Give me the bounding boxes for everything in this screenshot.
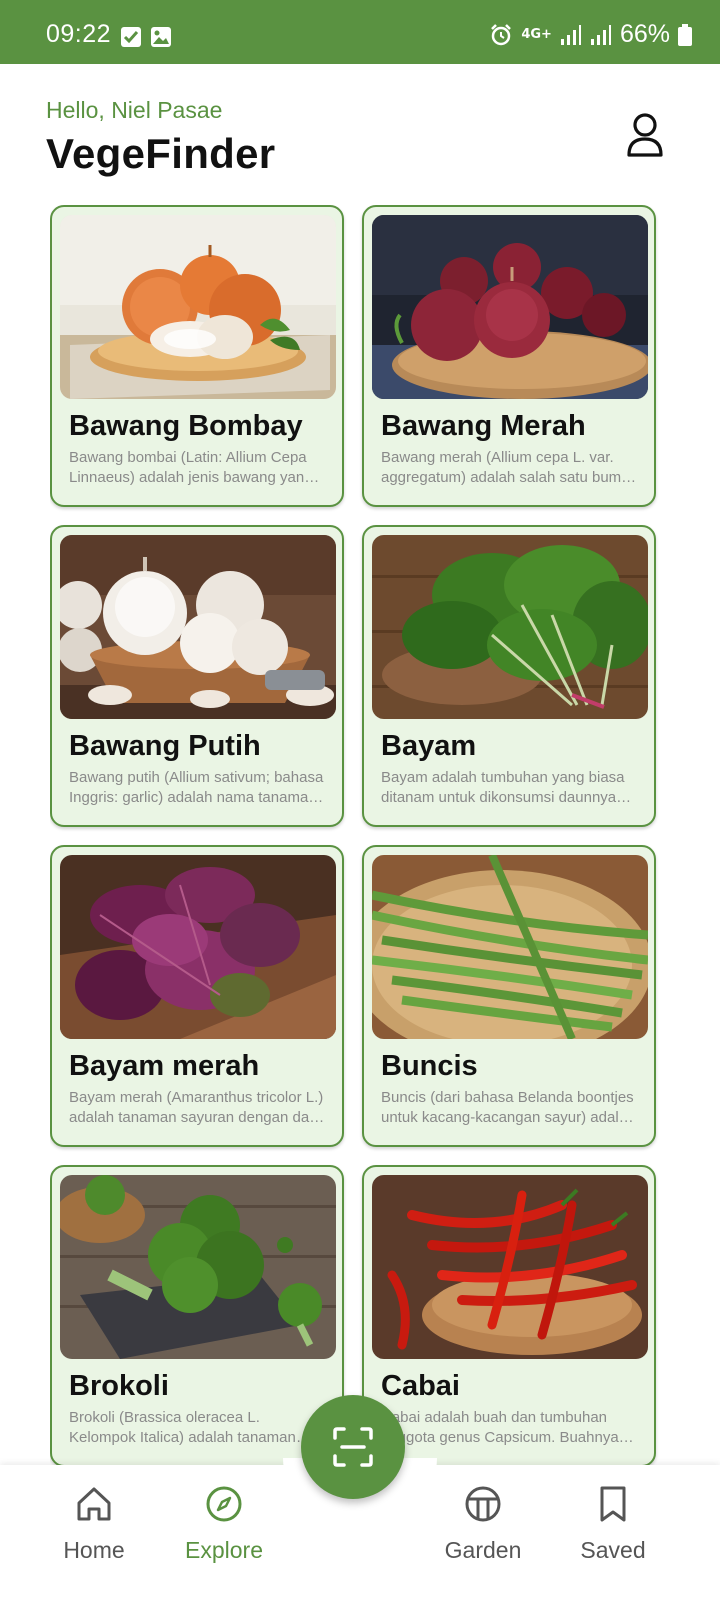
vegetable-grid: Bawang Bombay Bawang bombai (Latin: Alli…: [50, 205, 670, 1470]
person-icon: [627, 113, 663, 157]
vegetable-card[interactable]: Bawang Merah Bawang merah (Allium cepa L…: [362, 205, 656, 507]
battery-percent: 66%: [619, 20, 670, 48]
status-right: 4G+ 66%: [489, 20, 692, 49]
status-bar: 09:22 4G+ 66%: [0, 0, 720, 64]
profile-button[interactable]: [620, 110, 670, 160]
nav-explore[interactable]: Explore: [159, 1483, 289, 1583]
nav-explore-label: Explore: [185, 1537, 263, 1563]
vegetable-description: Bawang putih (Allium sativum; bahasa Ing…: [69, 769, 324, 806]
nav-saved-label: Saved: [580, 1537, 646, 1563]
bookmark-icon: [600, 1486, 626, 1522]
vegetable-image: [372, 215, 648, 399]
vegetable-image: [372, 855, 648, 1039]
vegetable-image: [60, 855, 336, 1039]
nav-garden[interactable]: Garden: [418, 1483, 548, 1583]
scan-icon: [333, 1427, 373, 1467]
vegetable-image: [60, 535, 336, 719]
check-notification-icon: [121, 27, 141, 47]
gallery-notification-icon: [151, 27, 171, 47]
vegetable-name: Bayam merah: [69, 1050, 260, 1082]
app-title: VegeFinder: [46, 130, 276, 177]
vegetable-name: Cabai: [381, 1370, 460, 1402]
vegetable-image: [372, 1175, 648, 1359]
scan-button[interactable]: [301, 1395, 405, 1499]
vegetable-name: Bawang Putih: [69, 730, 261, 762]
vegetable-description: Bawang bombai (Latin: Allium Cepa Linnae…: [69, 449, 313, 486]
vegetable-description: Cabai adalah buah dan tumbuhan anggota g…: [381, 1409, 619, 1446]
greeting-text: Hello, Niel Pasae: [46, 97, 223, 123]
vegetable-card[interactable]: Bawang Putih Bawang putih (Allium sativu…: [50, 525, 344, 827]
signal-icon-2: [590, 24, 611, 45]
vegetable-name: Buncis: [381, 1050, 478, 1082]
home-icon: [77, 1487, 111, 1521]
nav-home-label: Home: [63, 1537, 125, 1563]
vegetable-name: Bayam: [381, 730, 477, 762]
vegetable-description: Bawang merah (Allium cepa L. var. aggreg…: [381, 449, 638, 486]
nav-saved[interactable]: Saved: [548, 1483, 678, 1583]
vegetable-name: Brokoli: [69, 1370, 169, 1402]
garden-icon: [465, 1486, 501, 1522]
vegetable-description: Bayam merah (Amaranthus tricolor L.) ada…: [69, 1089, 326, 1126]
vegetable-image: [60, 215, 336, 399]
vegetable-card[interactable]: Buncis Buncis (dari bahasa Belanda boont…: [362, 845, 656, 1147]
signal-icon: [560, 24, 581, 45]
vegetable-image: [372, 535, 648, 719]
nav-garden-label: Garden: [444, 1537, 522, 1563]
vegetable-card[interactable]: Bayam Bayam adalah tumbuhan yang biasa d…: [362, 525, 656, 827]
vegetable-description: Brokoli (Brassica oleracea L. Kelompok I…: [69, 1409, 296, 1446]
vegetable-card[interactable]: Brokoli Brokoli (Brassica oleracea L. Ke…: [50, 1165, 344, 1467]
vegetable-image: [60, 1175, 336, 1359]
vegetable-card[interactable]: Cabai Cabai adalah buah dan tumbuhan ang…: [362, 1165, 656, 1467]
vegetable-description: Bayam adalah tumbuhan yang biasa ditanam…: [381, 769, 625, 806]
status-time: 09:22: [46, 20, 112, 48]
battery-icon: [678, 23, 692, 46]
compass-icon: [206, 1486, 242, 1522]
vegetable-card[interactable]: Bayam merah Bayam merah (Amaranthus tric…: [50, 845, 344, 1147]
nav-home[interactable]: Home: [29, 1483, 159, 1583]
vegetable-name: Bawang Bombay: [69, 410, 303, 442]
vegetable-description: Buncis (dari bahasa Belanda boontjes unt…: [381, 1089, 636, 1126]
alarm-icon: [491, 23, 512, 45]
vegetable-name: Bawang Merah: [381, 410, 586, 442]
network-type: 4G+: [521, 26, 552, 42]
vegetable-card[interactable]: Bawang Bombay Bawang bombai (Latin: Alli…: [50, 205, 344, 507]
